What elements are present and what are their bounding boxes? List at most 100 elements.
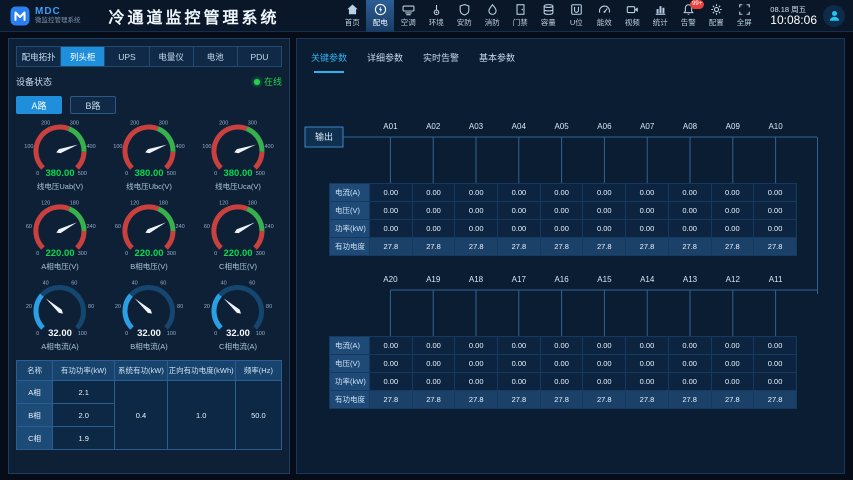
svg-text:0: 0 — [36, 171, 39, 177]
page-title: 冷通道监控管理系统 — [109, 4, 280, 28]
gauge-needle — [223, 298, 240, 313]
route-b-button[interactable]: B路 — [70, 96, 116, 114]
svg-text:0: 0 — [125, 331, 128, 337]
svg-text:60: 60 — [203, 224, 209, 230]
tab-battery[interactable]: 电池 — [194, 47, 238, 66]
branch-label: A11 — [769, 275, 783, 284]
param-value-cell: 0.00 — [498, 337, 541, 355]
tab-key-params[interactable]: 关键参数 — [311, 51, 347, 73]
svg-text:300: 300 — [255, 251, 264, 257]
summary-col-header: 名称 — [17, 361, 53, 381]
svg-text:0: 0 — [214, 331, 217, 337]
gauge-label: C相电压(V) — [219, 261, 257, 271]
tab-detail-params[interactable]: 详细参数 — [367, 51, 403, 73]
nav-item-efficiency[interactable]: 能效 — [590, 0, 618, 32]
nav-item-alarm[interactable]: 告警99+ — [674, 0, 702, 32]
param-value-cell: 0.00 — [668, 220, 711, 238]
logo-text: MDC 微监控管理系统 — [35, 7, 81, 25]
param-value-cell: 27.8 — [754, 391, 797, 409]
gauge-label: 线电压Uab(V) — [37, 181, 84, 191]
svg-text:100: 100 — [25, 144, 34, 150]
gauge-phase-c-current: 02040608010032.00C相电流(A) — [194, 276, 282, 354]
tab-topology[interactable]: 配电拓扑 — [17, 47, 61, 66]
param-value-cell: 27.8 — [668, 391, 711, 409]
table-row: 功率(kW)0.000.000.000.000.000.000.000.000.… — [330, 220, 797, 238]
param-row-label: 电流(A) — [330, 184, 370, 202]
param-value-cell: 0.00 — [668, 184, 711, 202]
nav-item-fire[interactable]: 消防 — [478, 0, 506, 32]
nav-item-label: 配电 — [373, 17, 388, 28]
gauge-label: A相电流(A) — [42, 341, 80, 351]
nav-item-hvac[interactable]: 空调 — [394, 0, 422, 32]
branch-label: A14 — [640, 275, 655, 284]
left-panel: 配电拓扑列头柜UPS电量仪电池PDU 设备状态 在线 A路B路 01002003… — [8, 38, 290, 474]
param-value-cell: 0.00 — [711, 373, 754, 391]
gauge-label: 线电压Ubc(V) — [126, 181, 172, 191]
param-row-label: 有功电度 — [330, 391, 370, 409]
svg-text:0: 0 — [36, 251, 39, 257]
nav-item-u-position[interactable]: U位 — [562, 0, 590, 32]
tab-meter[interactable]: 电量仪 — [150, 47, 194, 66]
branch-label: A13 — [683, 275, 698, 284]
nav-item-power[interactable]: 配电 — [366, 0, 394, 32]
nav-item-door[interactable]: 门禁 — [506, 0, 534, 32]
gauge-label: C相电流(A) — [219, 341, 257, 351]
route-a-button[interactable]: A路 — [16, 96, 62, 114]
efficiency-icon — [598, 3, 611, 16]
gauge-needle — [46, 298, 63, 313]
param-value-cell: 0.00 — [412, 184, 455, 202]
param-value-cell: 0.00 — [711, 220, 754, 238]
nav-item-statistics[interactable]: 统计 — [646, 0, 674, 32]
param-value-cell: 0.00 — [498, 373, 541, 391]
branch-label: A18 — [469, 275, 484, 284]
svg-text:60: 60 — [115, 224, 121, 230]
gauge-cell-phase-b-voltage: 060120180240300220.00B相电压(V) — [105, 196, 194, 274]
param-value-cell: 0.00 — [370, 355, 413, 373]
nav-item-settings[interactable]: 配置 — [702, 0, 730, 32]
avatar[interactable] — [823, 5, 845, 27]
tab-row-cabinet[interactable]: 列头柜 — [61, 47, 105, 66]
nav-item-video[interactable]: 视频 — [618, 0, 646, 32]
param-row-label: 功率(kW) — [330, 220, 370, 238]
tab-basic-params[interactable]: 基本参数 — [479, 51, 515, 73]
param-value-cell: 27.8 — [668, 238, 711, 256]
branch-label: A02 — [426, 122, 441, 131]
gauge-label: 线电压Uca(V) — [215, 181, 261, 191]
gauge-value: 220.00 — [223, 248, 252, 259]
param-value-cell: 0.00 — [540, 202, 583, 220]
svg-text:400: 400 — [87, 144, 96, 150]
tab-pdu[interactable]: PDU — [238, 47, 281, 66]
branch-label: A16 — [554, 275, 569, 284]
nav-item-label: 容量 — [541, 17, 556, 28]
branch-param-table-1: 电流(A)0.000.000.000.000.000.000.000.000.0… — [329, 183, 797, 256]
device-status-value: 在线 — [264, 75, 282, 88]
branch-label: A12 — [726, 275, 741, 284]
clock-time: 10:08:06 — [770, 14, 817, 27]
gauge-cell-phase-a-voltage: 060120180240300220.00A相电压(V) — [16, 196, 105, 274]
gauge-phase-a-current: 02040608010032.00A相电流(A) — [16, 276, 104, 354]
nav-item-fullscreen[interactable]: 全屏 — [730, 0, 758, 32]
u-position-icon — [570, 3, 583, 16]
param-value-cell: 0.00 — [626, 220, 669, 238]
svg-text:300: 300 — [247, 121, 256, 127]
svg-text:80: 80 — [266, 304, 272, 310]
summary-col-header: 有功功率(kW) — [53, 361, 115, 381]
logo-subtitle: 微监控管理系统 — [35, 17, 81, 25]
nav-item-security[interactable]: 安防 — [450, 0, 478, 32]
gauge-cell-phase-b-current: 02040608010032.00B相电流(A) — [105, 276, 194, 354]
nav-item-capacity[interactable]: 容量 — [534, 0, 562, 32]
gauge-phase-b-current: 02040608010032.00B相电流(A) — [105, 276, 193, 354]
gauge-needle — [145, 145, 167, 154]
param-value-cell: 0.00 — [540, 373, 583, 391]
param-value-cell: 27.8 — [370, 238, 413, 256]
param-row-label: 电压(V) — [330, 202, 370, 220]
summary-col-header: 频率(Hz) — [235, 361, 281, 381]
phase-name-cell: B相 — [17, 404, 53, 427]
nav-item-environment[interactable]: 环境 — [422, 0, 450, 32]
tab-ups[interactable]: UPS — [105, 47, 149, 66]
param-value-cell: 27.8 — [540, 391, 583, 409]
tab-realtime-alarms[interactable]: 实时告警 — [423, 51, 459, 73]
nav-item-home[interactable]: 首页 — [338, 0, 366, 32]
main-area: 配电拓扑列头柜UPS电量仪电池PDU 设备状态 在线 A路B路 01002003… — [0, 32, 853, 480]
param-value-cell: 27.8 — [626, 391, 669, 409]
